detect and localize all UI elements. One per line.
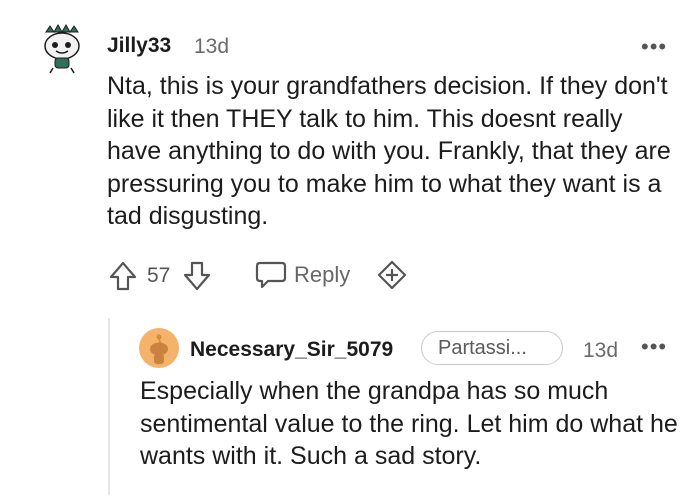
reply-username[interactable]: Necessary_Sir_5079	[190, 338, 393, 362]
comment-timestamp: 13d	[194, 35, 230, 58]
comment-more-options-button[interactable]: •••	[641, 34, 667, 60]
downvote-arrow-icon	[183, 261, 211, 291]
user-flair-badge: Partassi...	[421, 331, 563, 365]
thread-line	[108, 318, 110, 495]
vote-count: 57	[147, 264, 170, 288]
comment-body: Nta, this is your grandfathers decision.…	[107, 72, 671, 230]
reply-body: Especially when the grandpa has so much …	[140, 377, 678, 470]
upvote-button[interactable]	[108, 260, 138, 292]
reply-user-avatar[interactable]	[139, 328, 179, 368]
reply-button[interactable]: Reply	[254, 259, 350, 291]
vote-count-label: 57	[147, 264, 171, 287]
reply-button-label: Reply	[294, 262, 351, 287]
reply-more-options-button[interactable]: •••	[641, 334, 667, 360]
add-award-icon	[377, 260, 407, 290]
add-award-button[interactable]	[376, 259, 408, 291]
comment-username[interactable]: Jilly33	[107, 34, 171, 58]
snoo-avatar-icon	[44, 23, 80, 74]
upvote-arrow-icon	[109, 261, 137, 291]
downvote-button[interactable]	[182, 260, 212, 292]
speech-bubble-icon	[255, 261, 287, 289]
user-avatar[interactable]	[36, 22, 88, 74]
snoo-avatar-icon	[139, 328, 179, 368]
reply-timestamp: 13d	[583, 339, 619, 362]
